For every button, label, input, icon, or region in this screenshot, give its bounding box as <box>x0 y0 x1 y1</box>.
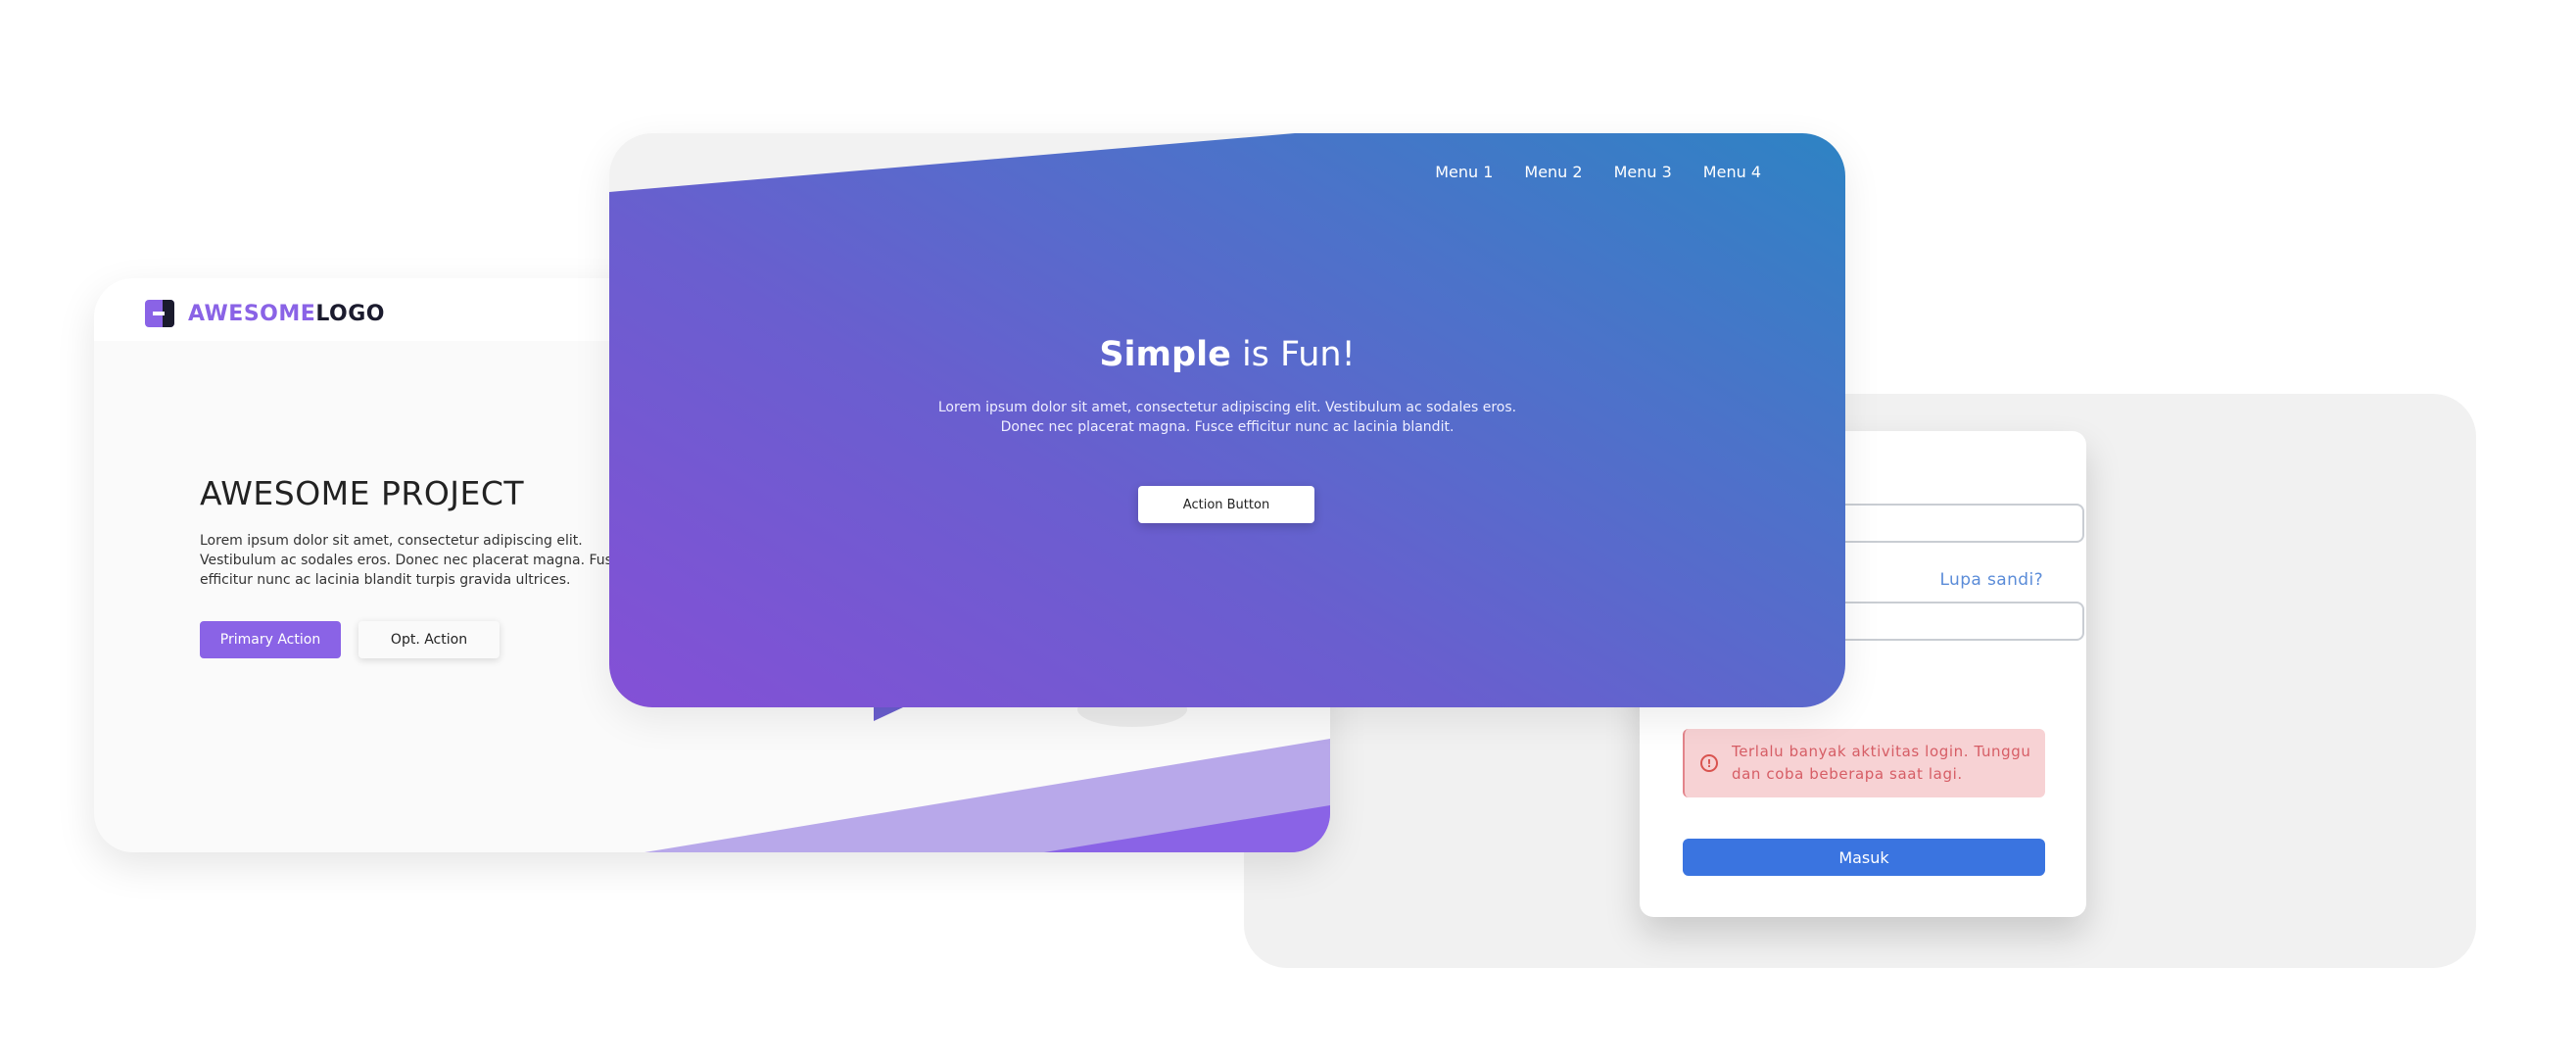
logo-mark-icon <box>145 300 174 327</box>
hero-action-button[interactable]: Action Button <box>1138 486 1314 523</box>
logo-secondary-text: LOGO <box>315 301 386 326</box>
logo-primary-text: AWESOME <box>188 301 316 326</box>
project-title: AWESOME PROJECT <box>200 474 525 512</box>
hero-title-rest: is Fun! <box>1230 335 1356 374</box>
menu-item-4[interactable]: Menu 4 <box>1703 163 1761 181</box>
login-error-alert: ! Terlalu banyak aktivitas login. Tunggu… <box>1683 729 2045 797</box>
hero-description: Lorem ipsum dolor sit amet, consectetur … <box>937 400 1517 435</box>
alert-circle-icon: ! <box>1700 754 1718 772</box>
hero-title-bold: Simple <box>1099 335 1231 374</box>
menu-item-3[interactable]: Menu 3 <box>1614 163 1672 181</box>
hero-menu: Menu 1 Menu 2 Menu 3 Menu 4 <box>1435 163 1761 181</box>
alert-message: Terlalu banyak aktivitas login. Tunggu d… <box>1732 743 2031 783</box>
login-submit-button[interactable]: Masuk <box>1683 839 2045 876</box>
menu-item-2[interactable]: Menu 2 <box>1524 163 1582 181</box>
hero-card: Menu 1 Menu 2 Menu 3 Menu 4 Simple is Fu… <box>609 133 1845 707</box>
project-description: Lorem ipsum dolor sit amet, consectetur … <box>200 533 629 588</box>
awesome-logo[interactable]: AWESOMELOGO <box>145 300 385 327</box>
showcase-stage: Lupa sandi? ! Terlalu banyak aktivitas l… <box>0 0 2576 1062</box>
primary-action-button[interactable]: Primary Action <box>200 621 341 658</box>
logo-text: AWESOMELOGO <box>188 302 385 326</box>
menu-item-1[interactable]: Menu 1 <box>1435 163 1493 181</box>
forgot-password-link[interactable]: Lupa sandi? <box>1939 570 2043 590</box>
hero-title: Simple is Fun! <box>609 335 1845 374</box>
optional-action-button[interactable]: Opt. Action <box>358 621 500 658</box>
